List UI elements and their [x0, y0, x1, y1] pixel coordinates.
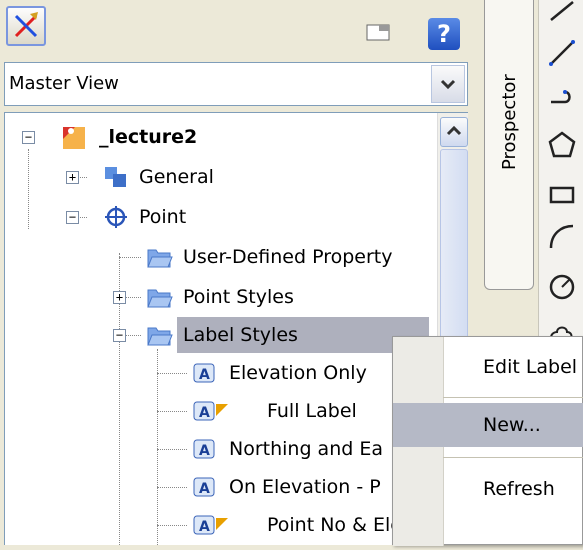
svg-text:A: A	[199, 519, 210, 535]
menu-item-refresh[interactable]: Refresh	[393, 467, 583, 511]
panel-toolbar: ?	[0, 0, 480, 58]
tab-prospector-label: Prospector	[499, 74, 520, 170]
line-tool-icon[interactable]	[547, 0, 577, 30]
menu-item-label: Refresh	[483, 478, 555, 500]
tree-node-point-styles[interactable]: + Point Styles	[5, 279, 435, 315]
tree-node-general[interactable]: + General	[5, 159, 435, 195]
tree-node-label-style[interactable]: A Northing and Ea	[5, 431, 435, 467]
line-tool-icon[interactable]	[547, 38, 577, 68]
general-icon	[103, 164, 129, 190]
svg-text:A: A	[199, 405, 210, 421]
svg-text:A: A	[199, 481, 210, 497]
menu-item-edit-label[interactable]: Edit Label	[393, 345, 583, 389]
folder-icon	[145, 322, 173, 348]
view-select[interactable]: Master View	[4, 62, 468, 106]
rectangle-tool-icon[interactable]	[547, 180, 577, 210]
polyline-tool-icon[interactable]	[547, 80, 577, 110]
tree-node-label-styles[interactable]: − Label Styles	[5, 317, 435, 353]
tab-prospector[interactable]: Prospector	[484, 0, 534, 290]
tree-node-label: On Elevation - P	[229, 476, 381, 498]
cross-pencil-icon[interactable]	[6, 6, 46, 46]
tree-node-label: Label Styles	[183, 324, 298, 346]
menu-separator	[443, 457, 583, 458]
menu-item-label: Edit Label	[483, 356, 578, 378]
polygon-tool-icon[interactable]	[547, 130, 577, 160]
tree-node-label: Northing and Ea	[229, 438, 383, 460]
tree-node-label: Elevation Only	[229, 362, 367, 384]
label-style-icon: A	[191, 398, 217, 424]
tree-node-label-style[interactable]: A Point No & Elev	[5, 507, 435, 543]
context-menu: Edit Label New... Refresh	[392, 336, 583, 546]
arc-tool-icon[interactable]	[547, 222, 577, 252]
help-button[interactable]: ?	[428, 18, 460, 50]
tree-node-label: General	[139, 166, 214, 188]
collapse-toggle[interactable]: −	[113, 329, 126, 342]
dock-icon[interactable]	[366, 22, 390, 42]
svg-text:A: A	[199, 443, 210, 459]
folder-icon	[145, 284, 173, 310]
tree-node-label: _lecture2	[99, 126, 198, 148]
tree-node-root[interactable]: − _lecture2	[5, 119, 435, 155]
collapse-toggle[interactable]: −	[22, 131, 35, 144]
tree-node-label: User-Defined Property	[183, 246, 393, 268]
view-select-value: Master View	[9, 73, 119, 94]
tree-node-point[interactable]: − Point	[5, 199, 435, 235]
tree-node-user-defined[interactable]: User-Defined Property	[5, 239, 435, 275]
label-style-icon: A	[191, 474, 217, 500]
flag-icon	[215, 509, 231, 530]
folder-icon	[145, 244, 173, 270]
tree-node-label-style[interactable]: A Elevation Only	[5, 355, 435, 391]
menu-item-label: New...	[483, 414, 541, 436]
svg-text:A: A	[199, 367, 210, 383]
tree-node-label: Point Styles	[183, 286, 294, 308]
flag-icon	[215, 395, 231, 416]
expand-toggle[interactable]: +	[66, 171, 79, 184]
tree-node-label-style[interactable]: A On Elevation - P	[5, 469, 435, 505]
collapse-toggle[interactable]: −	[66, 211, 79, 224]
point-icon	[103, 204, 129, 230]
chevron-down-icon[interactable]	[431, 65, 465, 103]
label-style-icon: A	[191, 360, 217, 386]
circle-tool-icon[interactable]	[547, 272, 577, 302]
tree-node-label: Point	[139, 206, 187, 228]
label-style-icon: A	[191, 512, 217, 538]
expand-toggle[interactable]: +	[113, 291, 126, 304]
scroll-up-button[interactable]	[440, 117, 468, 147]
drawing-icon	[61, 123, 87, 149]
tree-node-label: Full Label	[267, 400, 357, 422]
menu-item-new[interactable]: New...	[393, 403, 583, 447]
svg-text:Prospector: Prospector	[499, 74, 520, 170]
tree-node-label-style[interactable]: A Full Label	[5, 393, 435, 429]
menu-separator	[443, 397, 583, 398]
label-style-icon: A	[191, 436, 217, 462]
